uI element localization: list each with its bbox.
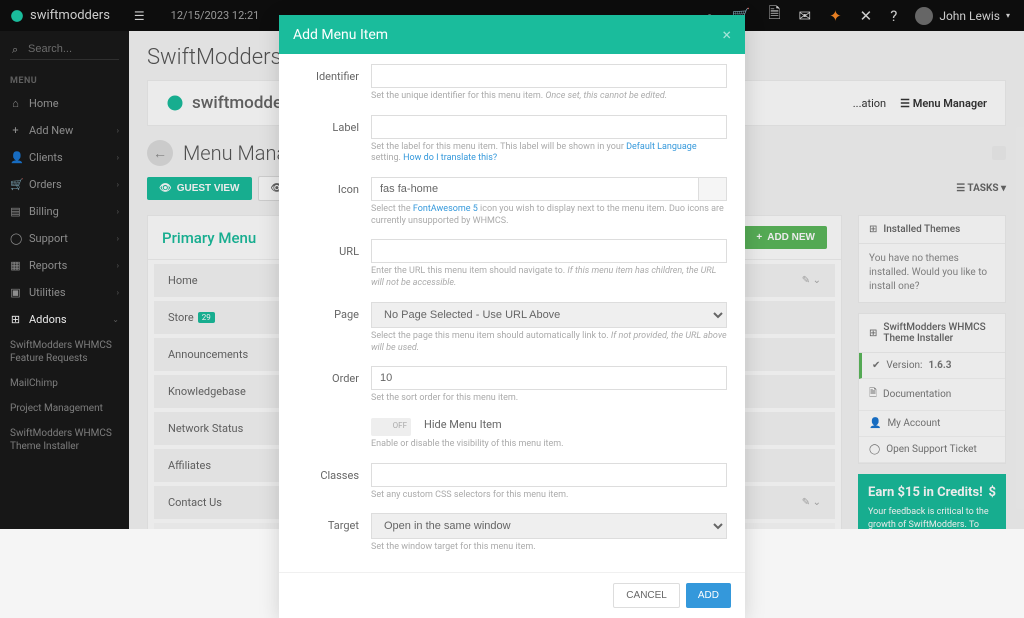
classes-input[interactable] (371, 463, 727, 487)
url-label: URL (297, 239, 371, 258)
default-lang-link[interactable]: Default Language (626, 142, 696, 152)
user-name: John Lewis (939, 9, 1000, 23)
translate-link[interactable]: How do I translate this? (403, 153, 497, 163)
cancel-button[interactable]: CANCEL (613, 583, 680, 608)
order-input[interactable] (371, 366, 727, 390)
url-input[interactable] (371, 239, 727, 263)
datetime: 12/15/2023 12:21 (159, 9, 272, 22)
icon-label: Icon (297, 177, 371, 196)
modal-title: Add Menu Item (293, 27, 388, 43)
hide-label: Hide Menu Item (424, 418, 502, 431)
gear-icon[interactable]: ✦ (829, 7, 842, 25)
label-input[interactable] (371, 115, 727, 139)
order-label: Order (297, 366, 371, 385)
identifier-input[interactable] (371, 64, 727, 88)
target-select[interactable]: Open in the same window (371, 513, 727, 539)
fontawesome-link[interactable]: FontAwesome 5 (413, 204, 478, 214)
brand-logo[interactable]: swiftmodders (0, 8, 120, 23)
target-label: Target (297, 513, 371, 532)
icon-preview (699, 177, 727, 201)
classes-label: Classes (297, 463, 371, 482)
brand-name: swiftmodders (30, 8, 110, 23)
add-button[interactable]: ADD (686, 583, 731, 608)
sidebar-toggle[interactable]: ☰ (120, 9, 159, 23)
icon-input[interactable] (371, 177, 699, 201)
modal-overlay: Add Menu Item × Identifier Set the uniqu… (0, 31, 1024, 529)
hide-toggle[interactable]: OFF (371, 418, 411, 436)
user-menu[interactable]: John Lewis ▾ (915, 7, 1010, 25)
add-menu-item-modal: Add Menu Item × Identifier Set the uniqu… (279, 15, 745, 618)
help-icon[interactable]: ? (890, 7, 897, 25)
label-label: Label (297, 115, 371, 134)
avatar (915, 7, 933, 25)
page-select[interactable]: No Page Selected - Use URL Above (371, 302, 727, 328)
identifier-label: Identifier (297, 64, 371, 83)
close-icon[interactable]: × (722, 25, 731, 44)
file-icon[interactable]: 🗎 (768, 3, 780, 28)
inbox-icon[interactable]: ✉ (799, 7, 812, 25)
page-label: Page (297, 302, 371, 321)
wrench-icon[interactable]: ✕ (860, 7, 873, 25)
